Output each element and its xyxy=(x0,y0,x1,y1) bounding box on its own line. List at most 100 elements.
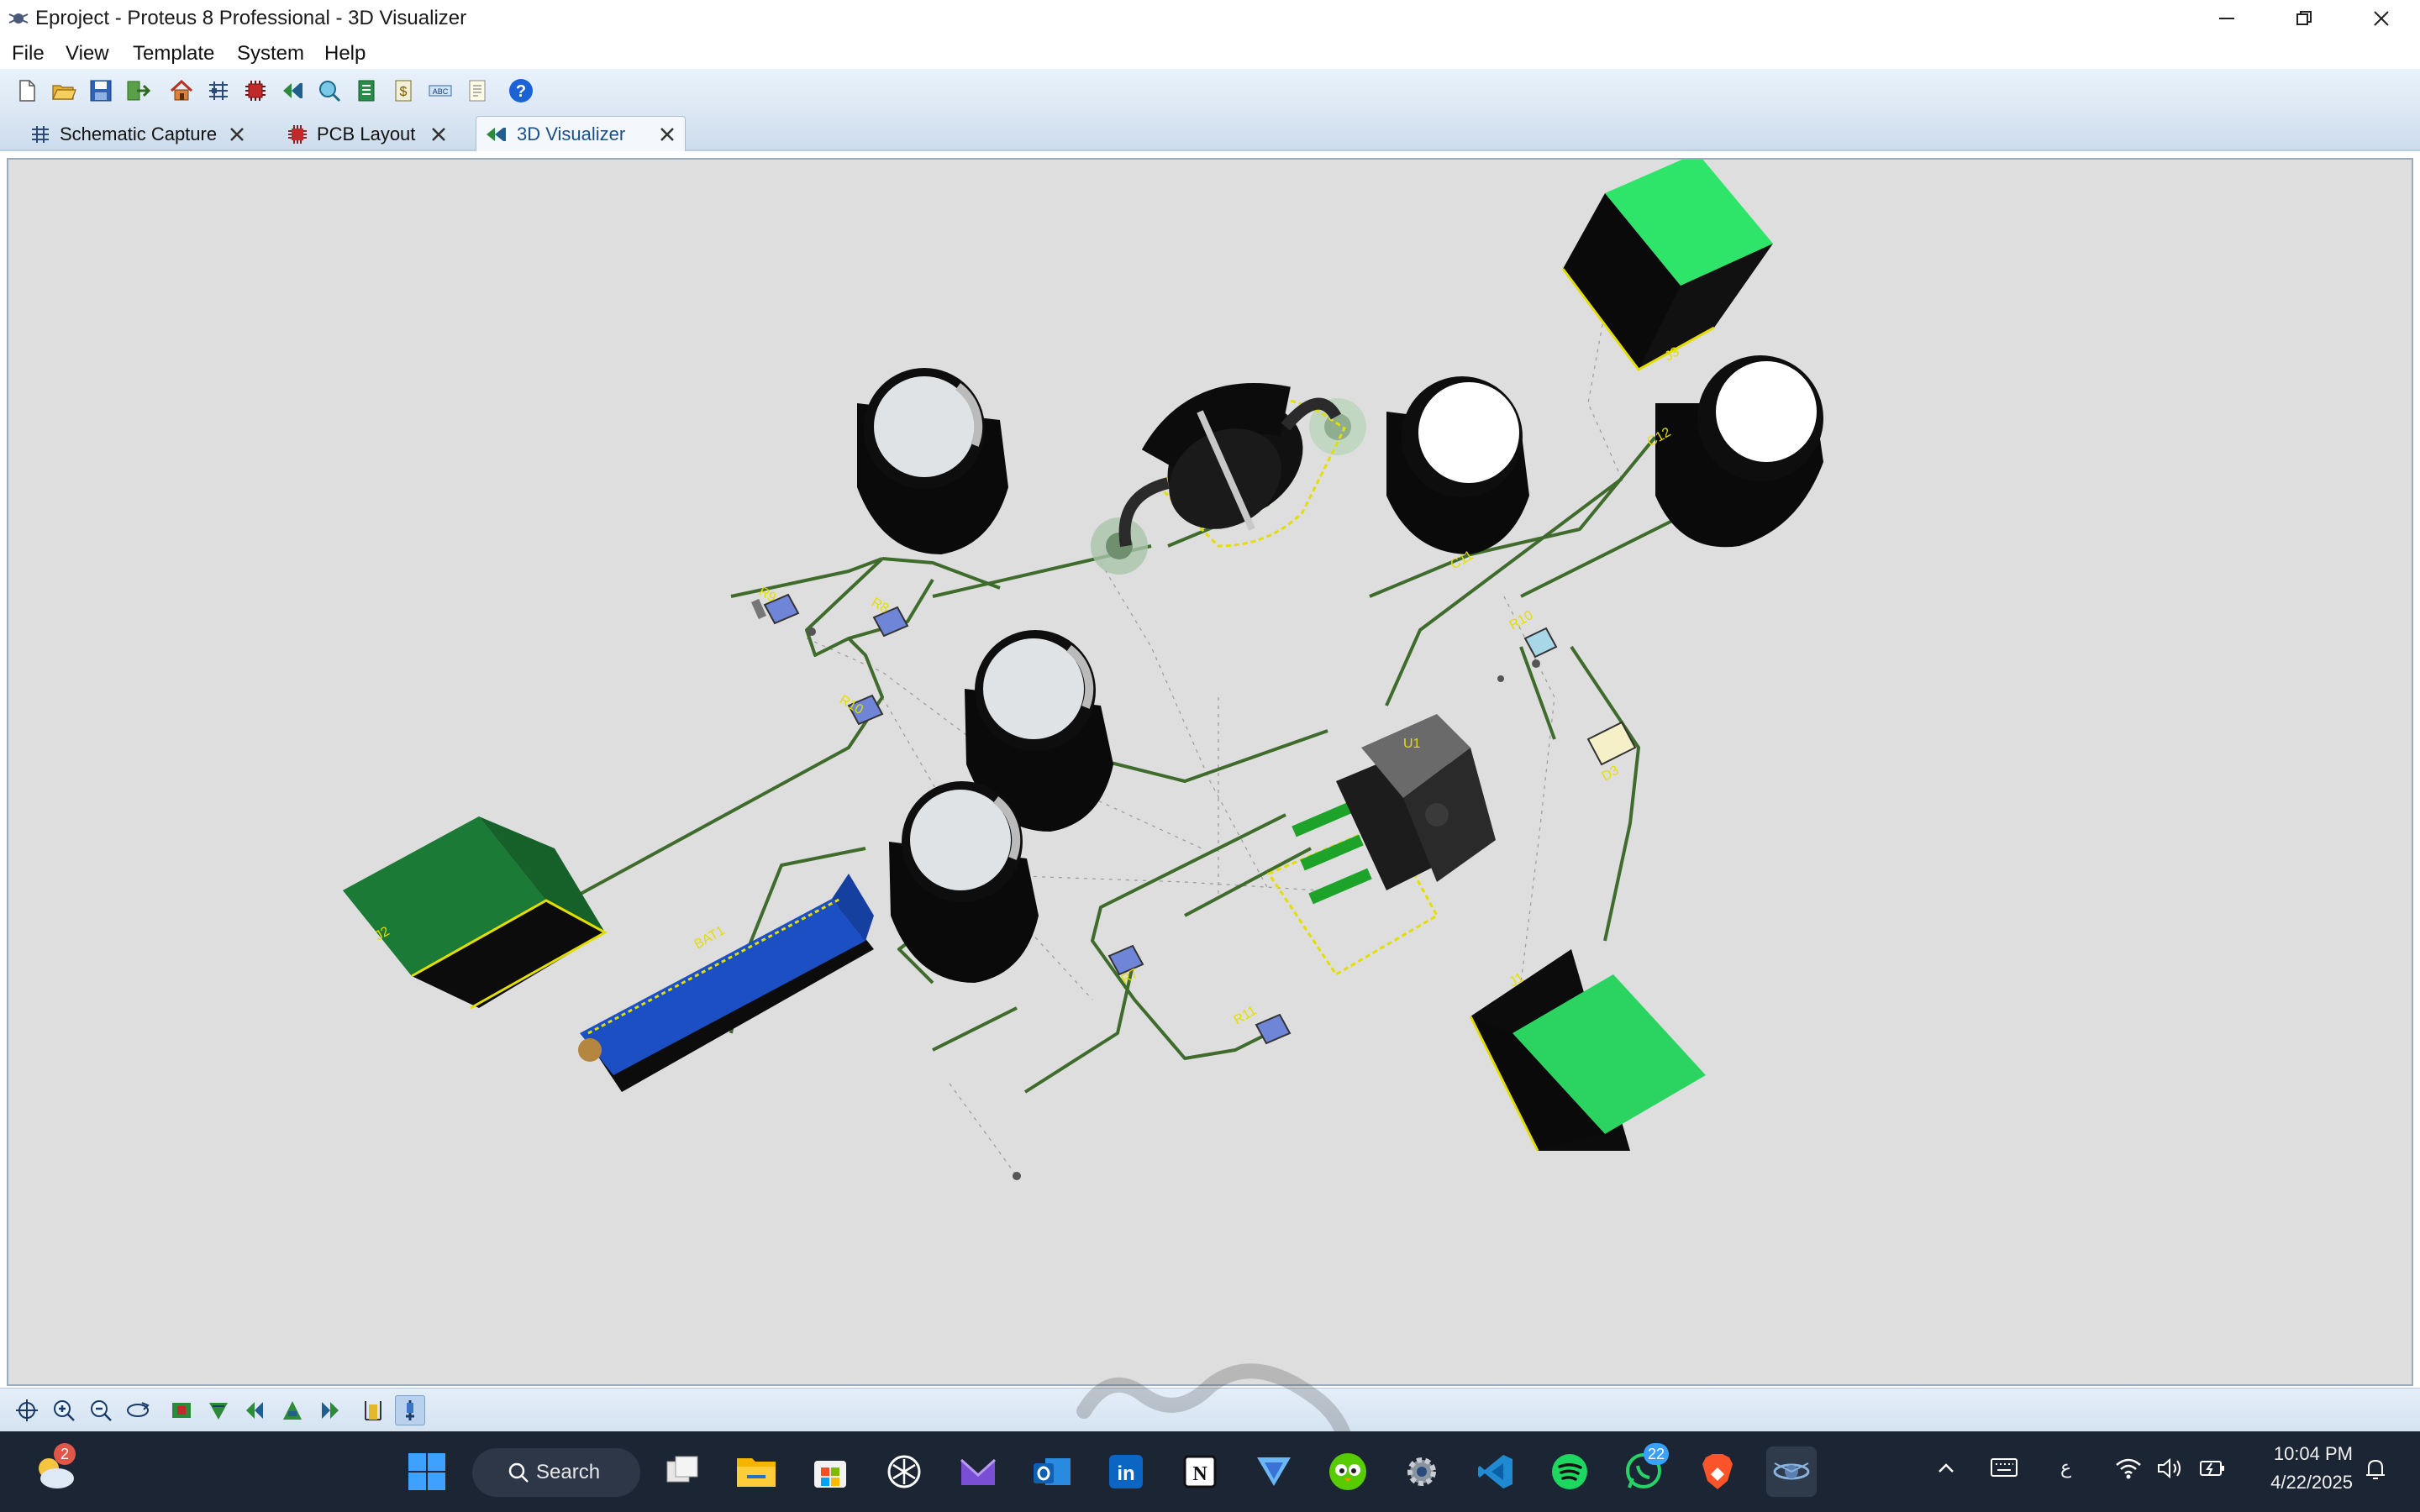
left-view-icon xyxy=(246,1402,263,1419)
close-icon[interactable] xyxy=(658,125,676,144)
bottom-view-icon xyxy=(209,1403,228,1420)
vscode-button[interactable] xyxy=(1470,1446,1521,1497)
whatsapp-button[interactable]: 22 xyxy=(1618,1443,1670,1497)
gerber-viewer-button[interactable] xyxy=(314,76,345,106)
duolingo-button[interactable] xyxy=(1323,1446,1373,1497)
battery-holder-bat1[interactable]: BAT1 xyxy=(578,874,874,1092)
3d-viewport[interactable]: R9 R8 R10 R7 R11 R10 D3 C11 C12 U1 J2 BA… xyxy=(7,158,2413,1386)
minimize-button[interactable] xyxy=(2188,0,2265,37)
mail-button[interactable] xyxy=(953,1446,1003,1497)
help-button[interactable]: ? xyxy=(506,76,536,106)
volume-button[interactable] xyxy=(2156,1457,2185,1484)
height-button[interactable] xyxy=(358,1395,388,1425)
weather-widget[interactable]: 2 xyxy=(29,1443,79,1497)
restore-button[interactable] xyxy=(2265,0,2343,37)
notifications-button[interactable] xyxy=(2363,1457,2388,1486)
help-icon: ? xyxy=(509,79,533,102)
new-file-button[interactable] xyxy=(12,76,42,106)
save-button[interactable] xyxy=(86,76,116,106)
outlook-icon xyxy=(1034,1458,1071,1485)
task-view-button[interactable] xyxy=(657,1446,708,1497)
show-hidden-icons-button[interactable] xyxy=(1934,1457,1958,1484)
capacitor-c12[interactable]: C12 xyxy=(1645,355,1824,548)
capacitor-1[interactable] xyxy=(857,368,1008,554)
top-view-button[interactable] xyxy=(166,1395,197,1425)
close-icon[interactable] xyxy=(429,125,448,144)
left-view-button[interactable] xyxy=(240,1395,271,1425)
tab-label: Schematic Capture xyxy=(60,123,218,144)
document-tabs: Schematic Capture PCB Layout 3D Visualiz… xyxy=(0,111,2420,151)
windows-logo-icon xyxy=(408,1453,445,1490)
vpn-icon xyxy=(1257,1457,1291,1486)
voltage-regulator-u1[interactable]: U1 xyxy=(1266,714,1496,977)
tab-pcb-layout[interactable]: PCB Layout xyxy=(277,116,457,151)
zoom-in-button[interactable] xyxy=(49,1395,79,1425)
right-view-button[interactable] xyxy=(314,1395,345,1425)
import-button[interactable] xyxy=(123,76,153,106)
smd-resistor-r10[interactable]: R10 xyxy=(837,693,884,726)
linkedin-button[interactable]: in xyxy=(1101,1446,1151,1497)
close-icon[interactable] xyxy=(228,125,246,144)
menu-template[interactable]: Template xyxy=(133,42,214,66)
terminal-block-j2[interactable]: J2 xyxy=(343,816,608,1010)
tab-label: PCB Layout xyxy=(317,123,416,144)
pcb-chip-icon xyxy=(288,124,307,144)
input-language[interactable]: ع xyxy=(2060,1457,2071,1478)
brave-button[interactable] xyxy=(1692,1446,1743,1497)
window-title: Eproject - Proteus 8 Professional - 3D V… xyxy=(35,7,467,29)
speaker-icon xyxy=(2158,1457,2181,1479)
notion-icon: N xyxy=(1183,1455,1217,1488)
buzzer-component[interactable] xyxy=(1091,379,1366,575)
pcb-3d-scene[interactable]: R9 R8 R10 R7 R11 R10 D3 C11 C12 U1 J2 BA… xyxy=(8,160,2415,1388)
bom-button[interactable] xyxy=(351,76,381,106)
file-explorer-button[interactable] xyxy=(731,1446,781,1497)
main-toolbar: $ ABC ? xyxy=(0,69,2420,111)
component-height-button[interactable] xyxy=(395,1395,425,1425)
menu-system[interactable]: System xyxy=(237,42,304,66)
network-button[interactable] xyxy=(2114,1457,2143,1484)
bill-cost-button[interactable]: $ xyxy=(388,76,418,106)
component-height-icon xyxy=(406,1400,414,1420)
menu-bar: File View Template System Help xyxy=(0,37,2420,69)
capacitor-c11[interactable]: C11 xyxy=(1386,376,1529,572)
start-button[interactable] xyxy=(402,1446,452,1497)
design-explorer-button[interactable]: ABC xyxy=(425,76,455,106)
microsoft-store-button[interactable] xyxy=(805,1446,855,1497)
front-view-button[interactable] xyxy=(277,1395,308,1425)
terminal-block-j3[interactable]: J3 xyxy=(1561,160,1773,371)
pcb-button[interactable] xyxy=(240,76,271,106)
touch-keyboard-button[interactable] xyxy=(1990,1457,2018,1483)
height-icon xyxy=(365,1401,381,1420)
taskbar-search[interactable]: Search xyxy=(472,1448,640,1497)
open-button[interactable] xyxy=(49,76,79,106)
home-button[interactable] xyxy=(166,76,197,106)
menu-help[interactable]: Help xyxy=(324,42,366,66)
menu-file[interactable]: File xyxy=(12,42,45,66)
vpn-button[interactable] xyxy=(1249,1446,1299,1497)
pan-center-button[interactable] xyxy=(12,1395,42,1425)
3d-visualizer-button[interactable] xyxy=(277,76,308,106)
terminal-block-j1[interactable]: J1 xyxy=(1469,949,1706,1152)
minimize-icon xyxy=(2219,18,2234,19)
settings-button[interactable] xyxy=(1397,1446,1447,1497)
schematic-button[interactable] xyxy=(203,76,234,106)
chatgpt-button[interactable] xyxy=(879,1446,929,1497)
spotify-button[interactable] xyxy=(1544,1446,1595,1497)
notes-button[interactable] xyxy=(462,76,492,106)
smd-resistor-r10b[interactable]: R10 xyxy=(1507,608,1558,659)
tab-schematic-capture[interactable]: Schematic Capture xyxy=(20,116,255,151)
tab-3d-visualizer[interactable]: 3D Visualizer xyxy=(476,116,686,151)
clock-date[interactable]: 4/22/2025 xyxy=(2245,1472,2353,1494)
spotify-icon xyxy=(1552,1454,1587,1489)
zoom-out-button[interactable] xyxy=(86,1395,116,1425)
proteus-taskbar-button[interactable] xyxy=(1766,1446,1817,1497)
rotate-button[interactable] xyxy=(123,1395,153,1425)
menu-view[interactable]: View xyxy=(66,42,109,66)
outlook-button[interactable] xyxy=(1027,1446,1077,1497)
close-button[interactable] xyxy=(2343,0,2420,37)
bottom-view-button[interactable] xyxy=(203,1395,234,1425)
battery-status-button[interactable] xyxy=(2198,1457,2227,1484)
smd-resistor-r7[interactable]: R7 xyxy=(1107,944,1144,987)
notion-button[interactable]: N xyxy=(1175,1446,1225,1497)
clock-time[interactable]: 10:04 PM xyxy=(2245,1443,2353,1465)
